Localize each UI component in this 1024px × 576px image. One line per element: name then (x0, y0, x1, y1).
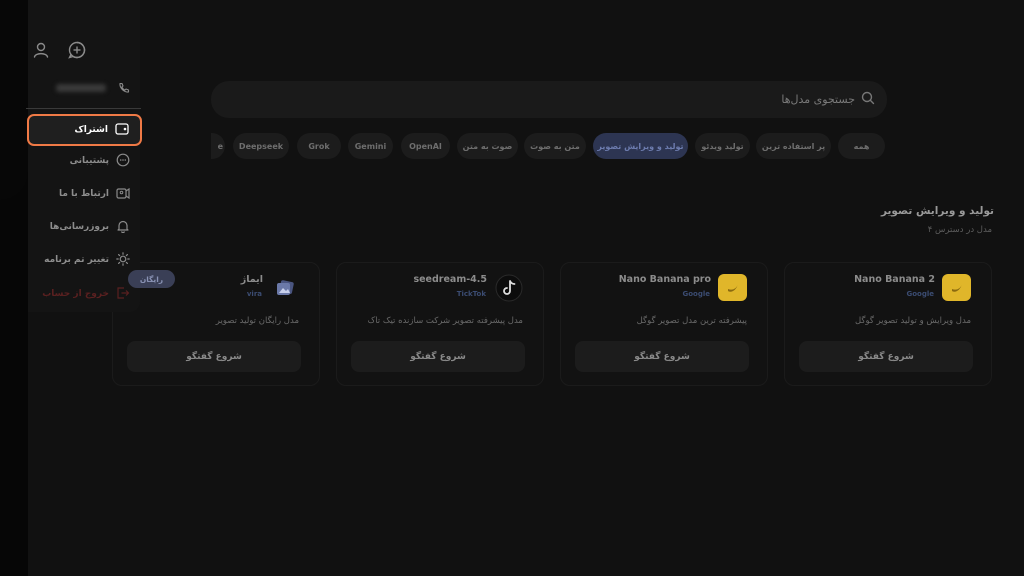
model-name: Nano Banana pro (618, 274, 711, 285)
tab-stt[interactable]: صوت به متن (457, 133, 518, 159)
contact-card-icon (116, 186, 130, 203)
user-icon[interactable] (31, 40, 51, 60)
model-card-nano-banana-2: Nano Banana 2 Google مدل ویرایش و تولید … (784, 262, 992, 386)
tab-gemini[interactable]: Gemini (348, 133, 393, 159)
phone-icon (118, 79, 130, 98)
category-tabs: همه پر استفاده ترین تولید ویدئو تولید و … (211, 133, 889, 159)
tab-grok[interactable]: Grok (297, 133, 341, 159)
banana-icon (718, 274, 747, 301)
banana-icon (942, 274, 971, 301)
model-card-nano-banana-pro: Nano Banana pro Google پیشرفته ترین مدل … (560, 262, 768, 386)
tab-all[interactable]: همه (838, 133, 885, 159)
search-bar[interactable]: جستجوی مدل‌ها (211, 81, 887, 118)
section-subtitle: ۴ مدل در دسترس (927, 225, 992, 235)
sidebar-item-label: ارتباط با ما (58, 189, 109, 199)
model-card-seedream: seedream-4.5 TickTok مدل پیشرفته تصویر ش… (336, 262, 544, 386)
new-chat-icon[interactable] (67, 40, 87, 60)
tab-openai[interactable]: OpenAI (401, 133, 450, 159)
tab-deepseek[interactable]: Deepseek (233, 133, 289, 159)
model-description: مدل رایگان تولید تصویر (215, 316, 299, 326)
wallet-icon (115, 122, 129, 138)
sidebar-item-updates[interactable]: بروزرسانی‌ها (28, 213, 140, 241)
sidebar-divider (26, 108, 141, 109)
sidebar-item-theme[interactable]: تغییر تم برنامه (28, 246, 140, 274)
search-icon (861, 91, 875, 108)
sidebar-item-label: خروج از حساب (42, 289, 109, 299)
start-chat-button[interactable]: شروع گفتگو (799, 341, 973, 372)
left-edge-curve (0, 0, 28, 200)
phone-row (30, 80, 130, 96)
section-title: تولید و ویرایش تصویر (880, 205, 994, 217)
start-chat-button[interactable]: شروع گفتگو (127, 341, 301, 372)
sidebar-item-label: تغییر تم برنامه (44, 255, 109, 265)
logout-icon (116, 286, 130, 303)
sidebar-item-label: بروزرسانی‌ها (49, 222, 109, 232)
tab-video[interactable]: تولید ویدئو (695, 133, 750, 159)
tiktok-icon (494, 274, 523, 301)
tab-more[interactable]: e (211, 133, 225, 159)
tab-tts[interactable]: متن به صوت (524, 133, 586, 159)
tab-image[interactable]: تولید و ویرایش تصویر (593, 133, 688, 159)
model-provider: Google (906, 290, 934, 298)
model-name: Nano Banana 2 (854, 274, 935, 285)
model-name: ایماژ (240, 274, 263, 285)
phone-number-redacted (56, 84, 106, 92)
sidebar-item-logout[interactable]: خروج از حساب (28, 280, 140, 308)
sidebar-item-support[interactable]: پشتیبانی (28, 147, 140, 175)
model-description: مدل پیشرفته تصویر شرکت سازنده تیک تاک (367, 316, 523, 326)
sun-icon (116, 251, 130, 269)
sidebar-item-label: اشتراک (74, 125, 108, 135)
model-provider: TickTok (456, 290, 486, 298)
start-chat-button[interactable]: شروع گفتگو (575, 341, 749, 372)
sidebar-item-label: پشتیبانی (69, 156, 109, 166)
model-description: پیشرفته ترین مدل تصویر گوگل (636, 316, 747, 326)
chat-bubble-icon (116, 153, 130, 170)
model-description: مدل ویرایش و تولید تصویر گوگل (854, 316, 971, 326)
sidebar-item-subscription[interactable]: اشتراک (27, 114, 142, 146)
model-name: seedream-4.5 (413, 274, 487, 285)
tab-most-used[interactable]: پر استفاده ترین (756, 133, 831, 159)
sidebar-item-contact[interactable]: ارتباط با ما (28, 180, 140, 208)
bell-icon (116, 219, 130, 236)
model-provider: vira (246, 290, 262, 298)
image-icon (270, 274, 299, 301)
model-provider: Google (682, 290, 710, 298)
start-chat-button[interactable]: شروع گفتگو (351, 341, 525, 372)
search-placeholder: جستجوی مدل‌ها (781, 93, 855, 106)
